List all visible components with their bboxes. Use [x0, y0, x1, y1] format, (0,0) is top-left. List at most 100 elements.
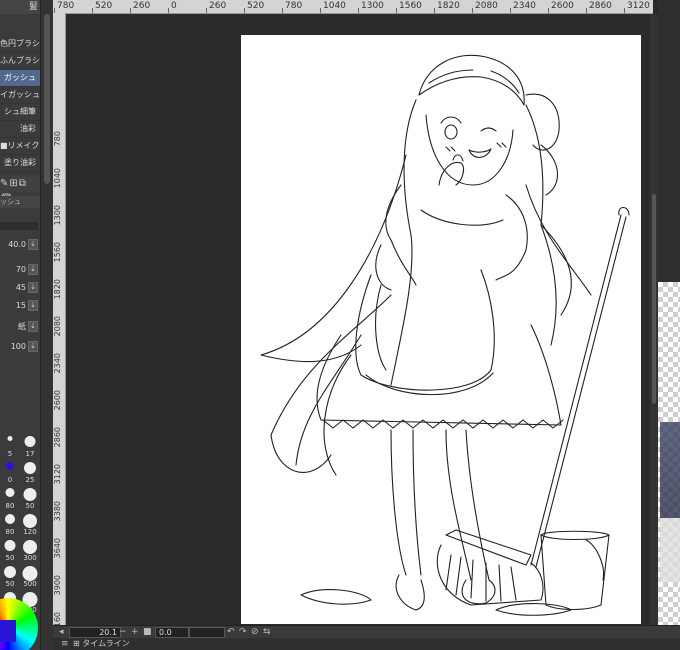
- menu-icon[interactable]: ≡: [61, 638, 69, 650]
- rotation-slider[interactable]: [189, 627, 225, 638]
- param-toggle-icon[interactable]: ⇣: [28, 321, 38, 332]
- panel-header[interactable]: 髮: [0, 0, 40, 14]
- zoom-out-icon[interactable]: ◂: [59, 626, 64, 638]
- rotation-field[interactable]: 0.0: [155, 627, 189, 638]
- ruler-tick: [396, 8, 397, 13]
- zoom-in-button[interactable]: +: [131, 626, 139, 638]
- right-panel: [658, 0, 680, 282]
- size-label: 300: [23, 554, 37, 562]
- vruler-label: 3640: [53, 538, 62, 559]
- size-dot: [7, 436, 13, 441]
- copy-subtool-icon[interactable]: ⧉: [19, 178, 27, 189]
- param-toggle-icon[interactable]: ⇣: [28, 300, 38, 311]
- param-row[interactable]: 70 ⇣: [0, 262, 40, 278]
- brush-item[interactable]: シュ細筆: [0, 104, 40, 121]
- param-toggle-icon[interactable]: ⇣: [28, 264, 38, 275]
- navigator-bar: ◂ 20.1 − + ■ 0.0 ↶ ↷ ⊘ ⇆: [53, 625, 680, 638]
- vruler-label: 2600: [53, 390, 62, 411]
- canvas-vertical-scrollbar[interactable]: [650, 14, 658, 625]
- ruler-label: 260: [133, 1, 151, 11]
- ruler-tick: [624, 8, 625, 13]
- param-value[interactable]: 70: [16, 262, 26, 278]
- param-value[interactable]: 15: [16, 298, 26, 314]
- fit-view-icon[interactable]: ■: [143, 626, 152, 638]
- size-label: 5: [7, 450, 13, 458]
- main-color-swatch[interactable]: [0, 620, 16, 642]
- size-label: 25: [25, 476, 35, 484]
- ruler-label: 2340: [513, 1, 536, 11]
- size-dot: [4, 540, 16, 551]
- size-dot: [4, 566, 16, 578]
- size-dot: [6, 462, 14, 470]
- ruler-tick: [510, 8, 511, 13]
- param-row[interactable]: 100 ⇣: [0, 339, 40, 355]
- param-value[interactable]: 45: [16, 280, 26, 296]
- flip-icon[interactable]: ⇆: [263, 626, 271, 638]
- param-row[interactable]: 紙 ⇣: [0, 319, 40, 335]
- zoom-field[interactable]: 20.1: [69, 627, 121, 638]
- rotate-left-icon[interactable]: ↶: [227, 626, 235, 638]
- brush-preview-stroke: [0, 222, 38, 230]
- param-value[interactable]: 40.0: [8, 237, 26, 253]
- size-dot: [23, 514, 37, 528]
- ruler-label: 780: [57, 1, 75, 11]
- ruler-label: 2080: [475, 1, 498, 11]
- timeline-tab[interactable]: ⊞ タイムライン: [73, 638, 130, 650]
- canvas-scroll-thumb[interactable]: [652, 194, 656, 404]
- brush-item[interactable]: 油彩: [0, 121, 40, 138]
- param-row[interactable]: 15 ⇣: [0, 298, 40, 314]
- vruler-label: 1040: [53, 168, 62, 189]
- size-dot: [24, 436, 36, 447]
- size-label: 120: [23, 528, 37, 536]
- zoom-out-button[interactable]: −: [119, 626, 127, 638]
- reset-rotation-icon[interactable]: ⊘: [251, 626, 259, 638]
- left-panel-scrollbar[interactable]: [40, 0, 54, 650]
- size-dot: [22, 566, 38, 581]
- size-label: 80: [5, 502, 15, 510]
- ruler-label: 260: [209, 1, 227, 11]
- size-label: 50: [5, 580, 15, 588]
- param-toggle-icon[interactable]: ⇣: [28, 239, 38, 250]
- drawing-canvas[interactable]: [241, 35, 641, 624]
- ruler-tick: [320, 8, 321, 13]
- canvas-workspace[interactable]: [66, 14, 650, 625]
- brush-item[interactable]: 色円ブラシ: [0, 36, 40, 53]
- size-dot: [24, 462, 36, 474]
- brush-settings-icon[interactable]: ✎: [0, 178, 9, 189]
- vruler-label: 780: [53, 131, 62, 147]
- vruler-label: 1560: [53, 242, 62, 263]
- param-toggle-icon[interactable]: ⇣: [28, 282, 38, 293]
- param-row[interactable]: 45 ⇣: [0, 280, 40, 296]
- ruler-tick: [472, 8, 473, 13]
- ruler-tick: [548, 8, 549, 13]
- ruler-label: 1560: [399, 1, 422, 11]
- size-label: 500: [23, 580, 37, 588]
- timeline-label: タイムライン: [82, 639, 130, 648]
- subtool-icon-bar: ✎⊞⧉🗑: [0, 176, 40, 205]
- param-value[interactable]: 紙: [18, 319, 26, 335]
- rotate-right-icon[interactable]: ↷: [239, 626, 247, 638]
- brush-item[interactable]: 塗り油彩: [0, 155, 40, 172]
- brush-item[interactable]: ■リメイク: [0, 138, 40, 155]
- brush-item[interactable]: ガッシュ: [0, 70, 40, 87]
- brush-item[interactable]: ふんブラシ: [0, 53, 40, 70]
- ruler-label: 1040: [323, 1, 346, 11]
- subtool-tab[interactable]: ッシュ: [0, 196, 40, 208]
- size-label: 80: [5, 528, 15, 536]
- vruler-label: 1820: [53, 279, 62, 300]
- size-label: 17: [25, 450, 35, 458]
- lineart-drawing: [260, 54, 630, 616]
- ruler-tick: [130, 8, 131, 13]
- param-toggle-icon[interactable]: ⇣: [28, 341, 38, 352]
- param-value[interactable]: 100: [11, 339, 26, 355]
- ruler-label: 780: [285, 1, 303, 11]
- ruler-tick: [282, 8, 283, 13]
- param-row[interactable]: 40.0 ⇣: [0, 237, 40, 253]
- layer-preview-thumbnail[interactable]: [658, 282, 680, 632]
- ruler-tick: [168, 8, 169, 13]
- scroll-thumb[interactable]: [44, 14, 50, 184]
- new-subtool-icon[interactable]: ⊞: [9, 178, 18, 189]
- ruler-tick: [586, 8, 587, 13]
- brush-item[interactable]: イガッシュ: [0, 87, 40, 104]
- size-label: 0: [7, 476, 13, 484]
